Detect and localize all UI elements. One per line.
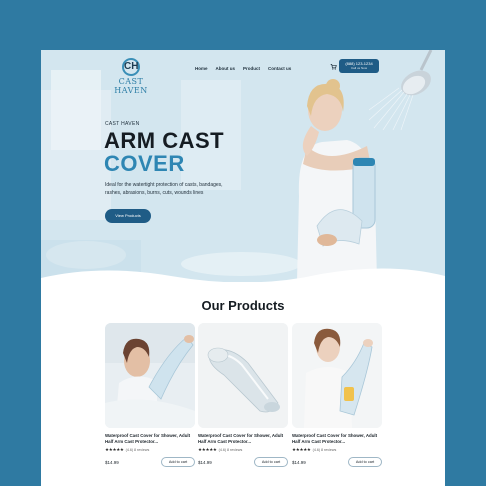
star-rating-icon: ★★★★★: [198, 447, 217, 453]
product-image[interactable]: [105, 323, 195, 428]
product-rating: ★★★★★ (4.6) 8 reviews: [105, 447, 195, 453]
nav-home[interactable]: Home: [195, 66, 208, 71]
product-photo-woman-cast: [105, 323, 195, 428]
product-price: $14.99: [292, 459, 306, 465]
brand-logo[interactable]: CH CAST HAVEN: [101, 58, 161, 95]
product-price: $14.99: [198, 459, 212, 465]
view-products-button[interactable]: View Products: [105, 209, 151, 223]
products-heading: Our Products: [201, 298, 285, 313]
product-card[interactable]: Waterproof Cast Cover for Shower, Adult …: [292, 323, 382, 473]
product-rating: ★★★★★ (4.6) 8 reviews: [292, 447, 382, 453]
nav-product[interactable]: Product: [243, 66, 260, 71]
add-to-cart-button[interactable]: Add to cart: [254, 457, 288, 468]
review-count: (4.6) 8 reviews: [312, 448, 337, 453]
nav-about-us[interactable]: About us: [216, 66, 236, 71]
hero-wave-divider: [41, 268, 445, 302]
star-rating-icon: ★★★★★: [105, 447, 124, 453]
cart-icon[interactable]: [330, 63, 337, 70]
product-rating: ★★★★★ (4.6) 8 reviews: [198, 447, 288, 453]
review-count: (4.6) 8 reviews: [125, 448, 150, 453]
star-rating-icon: ★★★★★: [292, 447, 311, 453]
hero-description: Ideal for the watertight protection of c…: [105, 182, 223, 196]
product-title[interactable]: Waterproof Cast Cover for Shower, Adult …: [198, 433, 288, 444]
main-nav: Home About us Product Contact us: [195, 66, 291, 71]
product-photo-woman-arm-cover: [292, 323, 382, 428]
nav-contact-us[interactable]: Contact us: [268, 66, 291, 71]
landing-page: CH CAST HAVEN Home About us Product Cont…: [41, 50, 445, 486]
add-to-cart-button[interactable]: Add to cart: [348, 457, 382, 468]
logo-mark-icon: CH: [122, 58, 140, 76]
hero-eyebrow: CAST HAVEN: [105, 121, 140, 127]
product-price: $14.99: [105, 459, 119, 465]
brand-name: CAST HAVEN: [114, 77, 148, 95]
product-card[interactable]: Waterproof Cast Cover for Shower, Adult …: [198, 323, 288, 473]
hero-title-line2: COVER: [104, 151, 185, 176]
hero-section: CH CAST HAVEN Home About us Product Cont…: [41, 50, 445, 282]
product-image[interactable]: [292, 323, 382, 428]
product-title[interactable]: Waterproof Cast Cover for Shower, Adult …: [105, 433, 195, 444]
phone-button[interactable]: (888) 123-1234 Call us Now: [339, 59, 379, 73]
add-to-cart-button[interactable]: Add to cart: [161, 457, 195, 468]
hero-model-image: [297, 79, 377, 282]
product-photo-cast-cover: [198, 323, 288, 428]
phone-subtext: Call us Now: [350, 66, 367, 70]
product-card[interactable]: Waterproof Cast Cover for Shower, Adult …: [105, 323, 195, 473]
product-title[interactable]: Waterproof Cast Cover for Shower, Adult …: [292, 433, 382, 444]
product-image[interactable]: [198, 323, 288, 428]
review-count: (4.6) 8 reviews: [218, 448, 243, 453]
